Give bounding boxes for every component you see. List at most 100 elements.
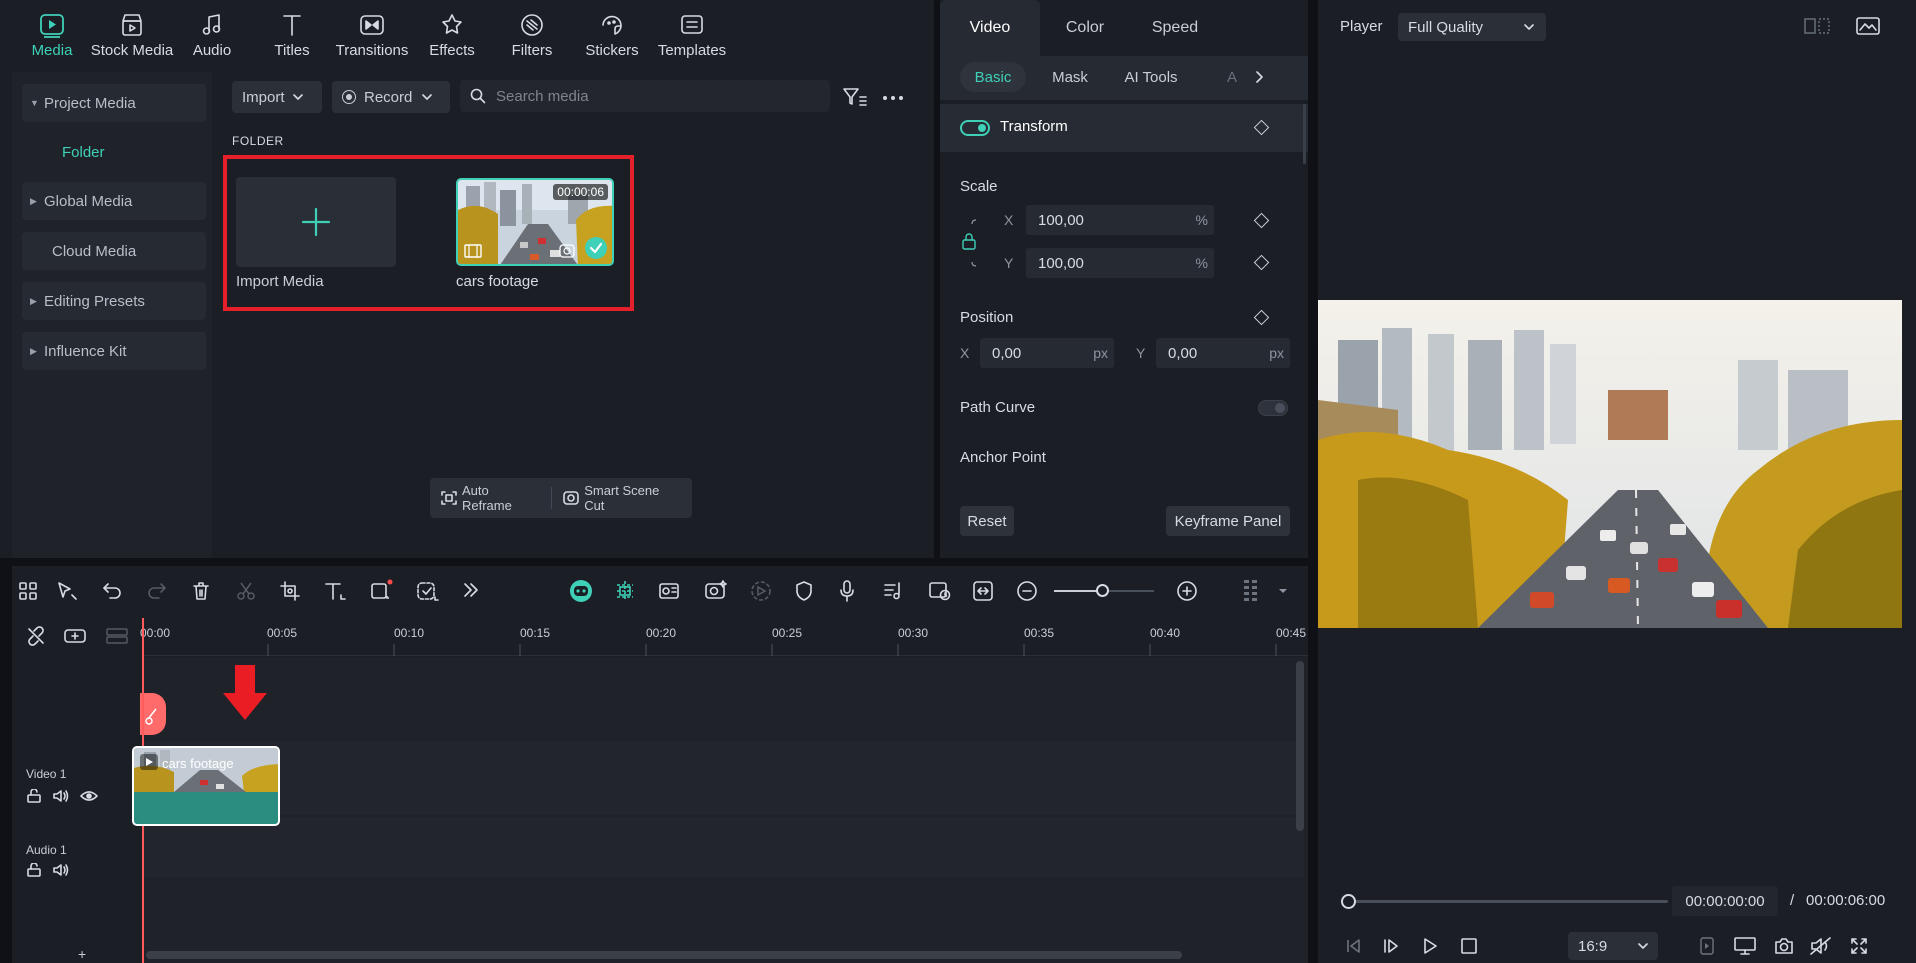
sidebar-item-influence-kit[interactable]: ▶ Influence Kit [22,332,206,370]
timeline-video-clip[interactable]: cars footage [132,746,280,826]
redo-icon[interactable] [147,581,167,599]
sidebar-item-project-media[interactable]: ▼ Project Media [22,84,206,122]
keyframe-panel-button[interactable]: Keyframe Panel [1166,506,1290,536]
next-frame-icon[interactable] [1382,938,1400,954]
path-curve-toggle[interactable] [1258,400,1288,416]
add-track-icon[interactable] [64,626,86,646]
add-icon[interactable]: + [78,946,86,962]
snapshot-camera-icon[interactable] [1774,937,1794,955]
track-volume-icon[interactable] [52,789,70,803]
tab-video[interactable]: Video [940,0,1040,56]
audio-mute-icon[interactable] [1810,937,1832,955]
more-options-icon[interactable] [882,95,904,101]
prev-frame-icon[interactable] [1344,938,1362,954]
smart-scene-cut-button[interactable]: Smart Scene Cut [552,478,692,518]
auto-highlight-icon[interactable] [658,580,682,602]
keyframe-diamond-icon[interactable] [1253,212,1270,229]
keyframe-diamond-icon[interactable] [1253,254,1270,271]
timeline-ruler[interactable]: 00:00 00:05 00:10 00:15 00:20 00:25 00:3… [140,616,1308,656]
subtab-mask[interactable]: Mask [1040,62,1100,92]
voiceover-mic-icon[interactable] [838,579,856,603]
auto-sync-icon[interactable] [928,580,952,602]
tab-transitions[interactable]: Transitions [332,0,412,70]
track-layout-icon[interactable] [1242,578,1260,604]
keyframe-diamond-icon[interactable] [1253,309,1270,326]
display-monitor-icon[interactable] [1734,937,1756,955]
stop-icon[interactable] [1461,938,1477,954]
tab-color[interactable]: Color [1040,0,1130,56]
playback-scrubber[interactable] [1341,894,1356,909]
sidebar-item-folder[interactable]: Folder [62,144,105,161]
track-volume-icon[interactable] [52,863,70,877]
marker-shield-icon[interactable] [794,580,814,602]
lock-aspect-icon[interactable] [962,218,992,268]
zoom-in-icon[interactable] [1176,580,1198,602]
tab-stickers[interactable]: Stickers [572,0,652,70]
fullscreen-icon[interactable] [1850,937,1868,955]
sidebar-item-editing-presets[interactable]: ▶ Editing Presets [22,282,206,320]
zoom-out-icon[interactable] [1016,580,1038,602]
tab-stock-media[interactable]: Stock Media [91,0,173,70]
playback-progress-track[interactable] [1348,900,1668,903]
scale-y-field[interactable]: 100,00 % [1026,248,1214,278]
subtab-truncated[interactable]: A [1222,62,1242,92]
record-dropdown[interactable]: Record [332,81,450,113]
zoom-slider-track[interactable] [1102,590,1154,592]
chevron-down-icon[interactable] [1278,588,1288,594]
shape-mask-icon[interactable] [370,579,394,601]
aspect-ratio-dropdown[interactable]: 16:9 [1568,932,1658,960]
keyframe-diamond-icon[interactable] [1253,119,1270,136]
chevron-right-icon[interactable] [1256,71,1264,83]
ai-copilot-icon[interactable] [568,578,594,604]
tab-effects[interactable]: Effects [412,0,492,70]
zoom-slider-handle[interactable] [1096,584,1109,597]
scale-x-field[interactable]: 100,00 % [1026,205,1214,235]
play-icon[interactable] [1422,938,1438,954]
tab-titles[interactable]: Titles [252,0,332,70]
reset-button[interactable]: Reset [960,506,1014,536]
undo-icon[interactable] [102,581,122,599]
filter-sort-icon[interactable] [842,87,868,107]
text-tool-icon[interactable] [324,581,346,601]
more-tools-icon[interactable] [462,581,480,599]
tab-speed[interactable]: Speed [1130,0,1220,56]
scrollbar[interactable] [1303,104,1306,164]
track-visibility-icon[interactable] [80,789,98,803]
subtab-basic[interactable]: Basic [960,62,1026,92]
tab-media[interactable]: Media [12,0,92,70]
transform-toggle[interactable] [960,120,990,136]
track-lock-icon[interactable] [26,863,42,877]
auto-reframe-button[interactable]: Auto Reframe [430,478,551,518]
sidebar-item-cloud-media[interactable]: Cloud Media [22,232,206,270]
delete-icon[interactable] [192,581,210,601]
position-y-field[interactable]: 0,00 px [1156,338,1290,368]
speed-ramp-icon[interactable] [750,580,772,602]
tab-audio[interactable]: Audio [172,0,252,70]
split-cut-icon[interactable] [236,581,256,601]
render-preview-icon[interactable] [1698,937,1716,955]
quality-dropdown[interactable]: Full Quality [1398,13,1546,41]
layout-grid-icon[interactable] [18,581,38,601]
ai-video-icon[interactable] [704,580,728,602]
snap-magnet-icon[interactable] [614,580,636,602]
video-preview[interactable] [1318,300,1902,628]
subtab-ai-tools[interactable]: AI Tools [1110,62,1192,92]
track-manager-icon[interactable] [106,626,128,646]
tab-templates[interactable]: Templates [652,0,732,70]
current-timecode[interactable]: 00:00:00:00 [1672,886,1778,916]
audio-track-row[interactable] [142,817,1304,877]
sidebar-item-global-media[interactable]: ▶ Global Media [22,182,206,220]
select-tool-icon[interactable] [56,581,78,601]
crop-icon[interactable] [280,581,300,601]
unlink-icon[interactable] [26,626,46,646]
vertical-scrollbar[interactable] [1296,661,1304,831]
track-lock-icon[interactable] [26,789,42,803]
search-input[interactable] [496,80,816,112]
import-dropdown[interactable]: Import [232,81,322,113]
tab-filters[interactable]: Filters [492,0,572,70]
fit-timeline-icon[interactable] [972,580,994,602]
audio-mixer-icon[interactable] [882,580,904,602]
video-track-row[interactable] [142,741,1304,815]
ai-effect-icon[interactable] [416,581,440,601]
position-x-field[interactable]: 0,00 px [980,338,1114,368]
